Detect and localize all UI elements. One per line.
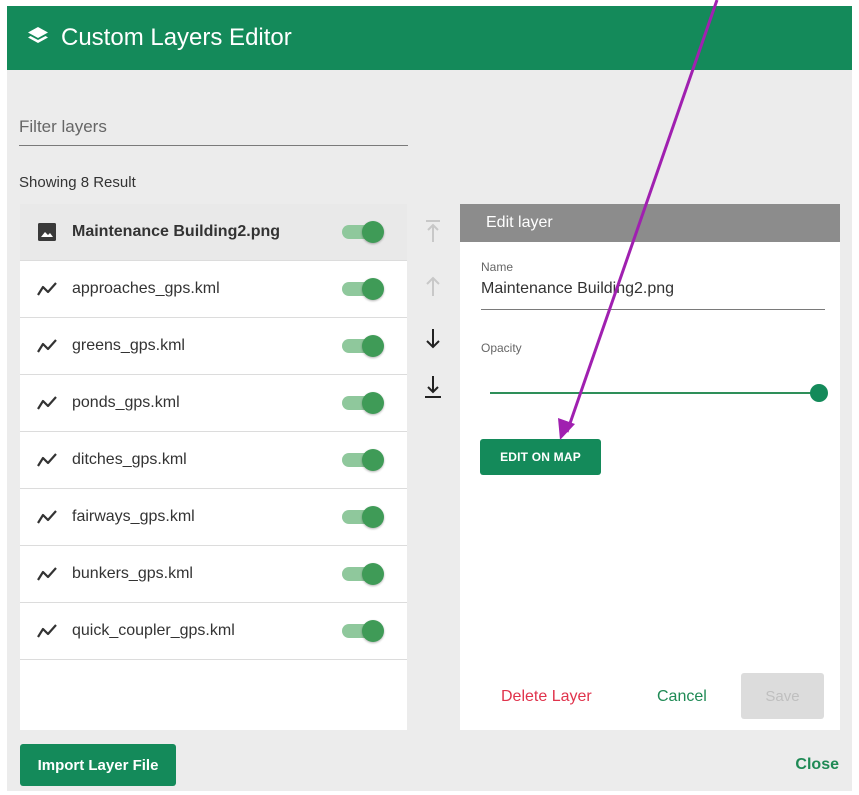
layer-visibility-toggle[interactable] bbox=[340, 278, 384, 300]
toggle-thumb bbox=[362, 506, 384, 528]
layer-list-item[interactable]: Maintenance Building2.png bbox=[20, 204, 407, 261]
dialog-header: Custom Layers Editor bbox=[7, 6, 852, 70]
toggle-thumb bbox=[362, 221, 384, 243]
polyline-icon bbox=[36, 335, 58, 357]
layer-label: greens_gps.kml bbox=[72, 337, 185, 354]
opacity-slider-track bbox=[490, 392, 824, 394]
layer-label: ditches_gps.kml bbox=[72, 451, 187, 468]
move-up-button[interactable] bbox=[421, 274, 445, 300]
result-count: Showing 8 Result bbox=[19, 174, 136, 191]
opacity-slider-thumb[interactable] bbox=[810, 384, 828, 402]
move-to-bottom-button[interactable] bbox=[421, 374, 445, 400]
close-button[interactable]: Close bbox=[769, 752, 839, 778]
arrow-down-icon bbox=[426, 329, 440, 349]
save-button[interactable]: Save bbox=[741, 673, 824, 719]
polyline-icon bbox=[36, 506, 58, 528]
layer-visibility-toggle[interactable] bbox=[340, 221, 384, 243]
polyline-icon bbox=[36, 449, 58, 471]
import-layer-file-button[interactable]: Import Layer File bbox=[20, 744, 176, 786]
toggle-thumb bbox=[362, 620, 384, 642]
polyline-icon bbox=[36, 620, 58, 642]
dialog-title: Custom Layers Editor bbox=[61, 24, 292, 51]
delete-layer-button[interactable]: Delete Layer bbox=[488, 680, 608, 714]
layer-label: approaches_gps.kml bbox=[72, 280, 220, 297]
layer-visibility-toggle[interactable] bbox=[340, 563, 384, 585]
toggle-thumb bbox=[362, 278, 384, 300]
name-field[interactable] bbox=[481, 280, 825, 310]
move-down-button[interactable] bbox=[421, 325, 445, 351]
name-label: Name bbox=[481, 260, 514, 274]
layer-label: ponds_gps.kml bbox=[72, 394, 180, 411]
layer-label: quick_coupler_gps.kml bbox=[72, 622, 235, 639]
layer-list-item[interactable]: greens_gps.kml bbox=[20, 318, 407, 375]
layer-list-item[interactable]: ponds_gps.kml bbox=[20, 375, 407, 432]
layer-label: fairways_gps.kml bbox=[72, 508, 195, 525]
move-to-top-button[interactable] bbox=[421, 218, 445, 244]
polyline-icon bbox=[36, 563, 58, 585]
layer-visibility-toggle[interactable] bbox=[340, 449, 384, 471]
layer-list-item[interactable]: bunkers_gps.kml bbox=[20, 546, 407, 603]
polyline-icon bbox=[36, 392, 58, 414]
arrow-up-icon bbox=[426, 276, 440, 296]
move-to-top-icon bbox=[426, 220, 440, 242]
opacity-slider[interactable] bbox=[490, 382, 828, 404]
filter-field[interactable] bbox=[19, 112, 408, 146]
polyline-icon bbox=[36, 278, 58, 300]
edit-panel-header: Edit layer bbox=[460, 204, 840, 242]
opacity-label: Opacity bbox=[481, 341, 522, 355]
toggle-thumb bbox=[362, 449, 384, 471]
image-icon bbox=[36, 221, 58, 243]
layer-label: Maintenance Building2.png bbox=[72, 223, 281, 240]
name-input[interactable] bbox=[481, 280, 825, 298]
layer-visibility-toggle[interactable] bbox=[340, 506, 384, 528]
toggle-thumb bbox=[362, 335, 384, 357]
edit-layer-panel: Edit layer Name Opacity EDIT ON MAP Dele… bbox=[460, 204, 840, 730]
layer-list-item[interactable]: quick_coupler_gps.kml bbox=[20, 603, 407, 660]
toggle-thumb bbox=[362, 392, 384, 414]
cancel-button[interactable]: Cancel bbox=[643, 680, 723, 714]
filter-input[interactable] bbox=[19, 112, 408, 142]
layer-list: Maintenance Building2.png approaches_gps.… bbox=[20, 204, 407, 730]
edit-on-map-button[interactable]: EDIT ON MAP bbox=[480, 439, 601, 475]
layer-list-item[interactable]: ditches_gps.kml bbox=[20, 432, 407, 489]
layer-visibility-toggle[interactable] bbox=[340, 392, 384, 414]
layers-icon bbox=[28, 27, 48, 43]
layer-visibility-toggle[interactable] bbox=[340, 620, 384, 642]
move-to-bottom-icon bbox=[425, 376, 441, 398]
layer-list-item[interactable]: approaches_gps.kml bbox=[20, 261, 407, 318]
layer-label: bunkers_gps.kml bbox=[72, 565, 193, 582]
layer-visibility-toggle[interactable] bbox=[340, 335, 384, 357]
custom-layers-dialog: Custom Layers Editor Showing 8 Result Ma… bbox=[7, 6, 852, 791]
layer-list-item[interactable]: fairways_gps.kml bbox=[20, 489, 407, 546]
toggle-thumb bbox=[362, 563, 384, 585]
